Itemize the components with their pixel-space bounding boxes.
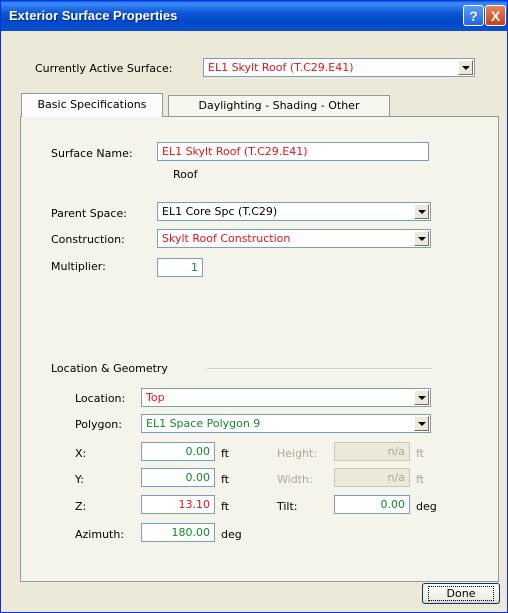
tab-daylighting-shading-other[interactable]: Daylighting - Shading - Other [168, 95, 390, 116]
azimuth-input[interactable]: 180.00 [141, 523, 215, 542]
width-unit: ft [416, 473, 424, 486]
window-title: Exterior Surface Properties [9, 8, 178, 23]
polygon-label: Polygon: [75, 418, 122, 431]
y-label: Y: [75, 473, 84, 486]
close-icon: X [490, 8, 501, 24]
tilt-unit: deg [416, 500, 437, 513]
x-label: X: [75, 447, 87, 460]
tilt-input[interactable]: 0.00 [334, 495, 410, 514]
help-icon: ? [469, 8, 478, 24]
polygon-value: EL1 Space Polygon 9 [146, 417, 261, 430]
chevron-down-icon[interactable] [414, 204, 429, 219]
z-label: Z: [75, 500, 87, 513]
construction-label: Construction: [51, 233, 125, 246]
y-unit: ft [221, 473, 229, 486]
height-unit: ft [416, 447, 424, 460]
parent-space-label: Parent Space: [51, 207, 127, 220]
location-value: Top [146, 391, 165, 404]
done-button-label: Done [427, 586, 495, 601]
azimuth-label: Azimuth: [75, 528, 125, 541]
tab-basic-specifications[interactable]: Basic Specifications [21, 93, 163, 117]
parent-space-dropdown[interactable]: EL1 Core Spc (T.C29) [157, 202, 431, 221]
tab-label: Daylighting - Shading - Other [198, 99, 360, 112]
azimuth-unit: deg [221, 528, 242, 541]
parent-space-value: EL1 Core Spc (T.C29) [162, 205, 278, 218]
close-button[interactable]: X [485, 5, 506, 26]
dialog-window: Exterior Surface Properties ? X Currentl… [0, 0, 508, 613]
multiplier-label: Multiplier: [51, 260, 106, 273]
group-divider [207, 368, 432, 370]
height-label: Height: [277, 447, 318, 460]
surface-name-input[interactable]: EL1 Skylt Roof (T.C29.E41) [157, 142, 429, 161]
width-label: Width: [277, 473, 313, 486]
help-button[interactable]: ? [463, 5, 484, 26]
surface-type-text: Roof [173, 168, 198, 181]
polygon-dropdown[interactable]: EL1 Space Polygon 9 [141, 414, 431, 433]
z-input[interactable]: 13.10 [141, 495, 215, 514]
x-unit: ft [221, 447, 229, 460]
active-surface-value: EL1 Skylt Roof (T.C29.E41) [208, 61, 354, 74]
chevron-down-icon[interactable] [414, 390, 429, 405]
construction-value: Skylt Roof Construction [162, 232, 291, 245]
title-bar[interactable]: Exterior Surface Properties ? X [1, 1, 507, 31]
location-dropdown[interactable]: Top [141, 388, 431, 407]
active-surface-label: Currently Active Surface: [35, 62, 173, 75]
chevron-down-icon[interactable] [414, 231, 429, 246]
y-input[interactable]: 0.00 [141, 468, 215, 487]
done-button[interactable]: Done [422, 583, 500, 604]
location-geometry-group-label: Location & Geometry [51, 362, 168, 375]
width-input: n/a [334, 468, 410, 487]
chevron-down-icon[interactable] [458, 60, 473, 75]
tab-label: Basic Specifications [37, 98, 147, 111]
location-label: Location: [75, 392, 126, 405]
chevron-down-icon[interactable] [414, 416, 429, 431]
active-surface-dropdown[interactable]: EL1 Skylt Roof (T.C29.E41) [203, 58, 475, 77]
multiplier-input[interactable]: 1 [157, 258, 203, 277]
height-input: n/a [334, 442, 410, 461]
construction-dropdown[interactable]: Skylt Roof Construction [157, 229, 431, 248]
tilt-label: Tilt: [277, 500, 298, 513]
surface-name-label: Surface Name: [51, 147, 133, 160]
x-input[interactable]: 0.00 [141, 442, 215, 461]
z-unit: ft [221, 500, 229, 513]
